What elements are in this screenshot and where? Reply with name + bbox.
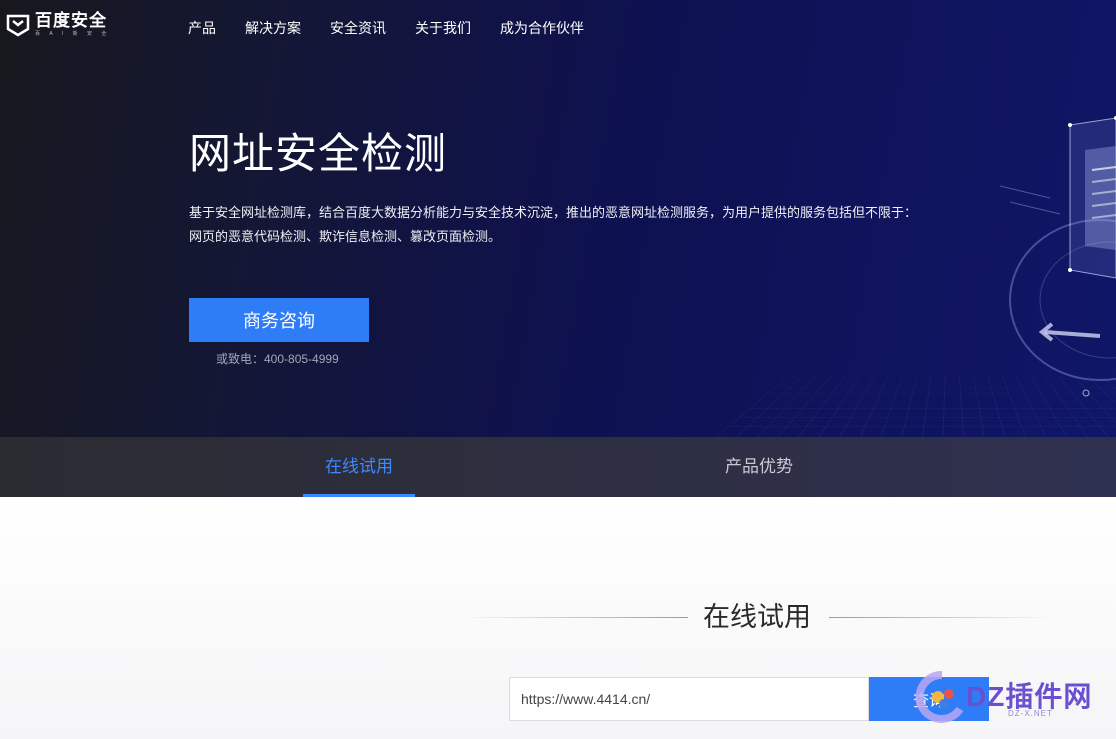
security-scan-illustration [1000,116,1116,397]
tab-online-trial[interactable]: 在线试用 [303,437,415,497]
business-consult-button[interactable]: 商务咨询 [189,298,369,342]
hero-banner: 百度安全 百 A I 新 安 全 产品 解决方案 安全资讯 关于我们 成为合作伙… [0,0,1116,437]
hotline-text: 或致电：400-805-4999 [216,352,339,366]
nav-item-solutions[interactable]: 解决方案 [245,18,301,38]
divider-left [460,617,688,618]
brand-logo[interactable]: 百度安全 百 A I 新 安 全 [6,12,110,38]
watermark-logo-icon [915,670,964,723]
watermark-subtext: DZ-X.NET [1008,709,1053,718]
divider-right [829,617,1057,618]
shield-logo-icon [6,14,30,37]
brand-tagline: 百 A I 新 安 全 [35,31,111,37]
top-navigation: 百度安全 百 A I 新 安 全 产品 解决方案 安全资讯 关于我们 成为合作伙… [0,0,1116,56]
brand-name: 百度安全 [35,11,107,30]
site-watermark: DZ插件网 DZ-X.NET [912,667,1116,727]
tab-product-advantages[interactable]: 产品优势 [700,437,818,497]
nav-item-become-partner[interactable]: 成为合作伙伴 [500,18,584,38]
nav-menu: 产品 解决方案 安全资讯 关于我们 成为合作伙伴 [188,18,613,38]
section-title: 在线试用 [703,602,811,632]
nav-item-about-us[interactable]: 关于我们 [415,18,471,38]
nav-item-products[interactable]: 产品 [188,18,216,38]
section-tabs: 在线试用 产品优势 [0,437,1116,497]
page-title: 网址安全检测 [189,130,448,177]
nav-item-security-news[interactable]: 安全资讯 [330,18,386,38]
url-input[interactable] [509,677,869,721]
hero-description: 基于安全网址检测库，结合百度大数据分析能力与安全技术沉淀，推出的恶意网址检测服务… [189,205,918,244]
